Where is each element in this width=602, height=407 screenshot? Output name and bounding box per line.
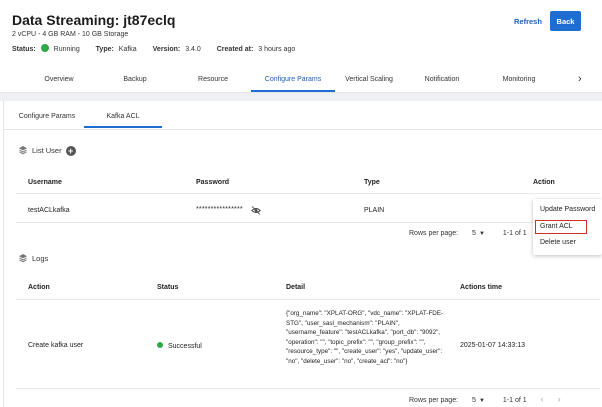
created-value: 3 hours ago	[258, 46, 296, 53]
log-status-text: Successful	[168, 343, 202, 350]
instance-meta: Status: Running Type: Kafka Version: 3.4…	[12, 44, 309, 53]
refresh-button[interactable]: Refresh	[514, 13, 542, 31]
content-divider	[0, 93, 602, 101]
rows-per-page-label: Rows per page:	[409, 397, 459, 404]
page-range: 1-1 of 1	[502, 230, 527, 237]
caret-down-icon: ▼	[478, 398, 485, 404]
users-col-action: Action	[533, 179, 555, 186]
users-pagination: Rows per page: 5 ▼ 1-1 of 1	[409, 230, 527, 237]
layers-icon	[19, 254, 27, 263]
menu-item-delete-user[interactable]: Delete user	[540, 239, 576, 246]
chevron-right-icon[interactable]: ›	[558, 394, 561, 404]
list-user-header: List User +	[18, 145, 76, 156]
version-group: Version: 3.4.0	[153, 46, 201, 53]
logs-col-detail: Detail	[286, 284, 306, 291]
logs-title: Logs	[32, 254, 49, 263]
page-range: 1-1 of 1	[502, 397, 527, 404]
tab-monitoring[interactable]: Monitoring	[495, 67, 543, 92]
status-dot-icon	[40, 44, 49, 52]
users-col-type: Type	[364, 179, 380, 186]
user-password: ****************	[196, 206, 243, 213]
logs-col-actions-time: Actions time	[460, 284, 503, 291]
status-label: Status:	[12, 46, 36, 53]
status-value: Running	[53, 46, 80, 53]
tab-vertical-scaling[interactable]: Vertical Scaling	[338, 67, 400, 92]
subtab-divider	[3, 129, 602, 130]
logs-header: Logs	[18, 253, 48, 263]
log-time: 2025-01-07 14:33:13	[460, 342, 525, 349]
main-tabs: Overview Backup Resource Configure Param…	[0, 67, 602, 92]
log-detail: {"org_name": "XPLAT-ORG", "vdc_name": "X…	[286, 310, 444, 365]
logs-col-status: Status	[157, 284, 179, 291]
tab-overview[interactable]: Overview	[38, 67, 80, 92]
user-type: PLAIN	[364, 207, 385, 214]
version-value: 3.4.0	[185, 46, 201, 53]
rows-per-page-value: 5	[472, 230, 476, 237]
users-header-divider	[16, 193, 600, 194]
menu-item-update-password[interactable]: Update Password	[540, 206, 595, 213]
add-circle-icon[interactable]: +	[65, 146, 76, 156]
status-group: Status: Running	[12, 44, 80, 53]
caret-down-icon: ▼	[478, 231, 485, 237]
users-row-divider	[16, 222, 533, 223]
logs-header-divider	[16, 299, 600, 300]
rows-per-page-select[interactable]: 5 ▼	[472, 230, 485, 237]
log-status: Successful	[157, 342, 202, 350]
type-value: Kafka	[118, 46, 137, 53]
layers-icon	[19, 146, 27, 155]
tab-backup[interactable]: Backup	[114, 67, 156, 92]
logs-pagination: Rows per page: 5 ▼ 1-1 of 1 ‹ ›	[409, 394, 561, 404]
rows-per-page-label: Rows per page:	[409, 230, 459, 237]
logs-col-action: Action	[28, 284, 50, 291]
tab-configure-params[interactable]: Configure Params	[251, 67, 335, 92]
created-group: Created at: 3 hours ago	[217, 46, 296, 53]
subtab-configure-params[interactable]: Configure Params	[14, 106, 80, 128]
subtab-kafka-acl[interactable]: Kafka ACL	[84, 106, 162, 128]
type-label: Type:	[95, 46, 114, 53]
chevron-right-icon[interactable]: ›	[578, 67, 582, 92]
page-header: Data Streaming: jt87eclq 2 vCPU - 4 GB R…	[0, 0, 602, 93]
rows-per-page-value: 5	[472, 397, 476, 404]
eye-off-icon[interactable]	[251, 206, 261, 215]
page-title: Data Streaming: jt87eclq	[12, 12, 176, 28]
logs-row-divider	[16, 388, 600, 389]
users-col-password: Password	[196, 179, 230, 186]
grant-acl-highlight	[535, 220, 587, 234]
created-label: Created at:	[216, 46, 254, 53]
version-label: Version:	[152, 46, 181, 53]
users-col-username: Username	[28, 179, 62, 186]
user-username: testACLkafka	[28, 207, 70, 214]
success-dot-icon	[157, 342, 163, 348]
back-button[interactable]: Back	[550, 11, 581, 31]
type-group: Type: Kafka	[96, 46, 137, 53]
tab-notification[interactable]: Notification	[416, 67, 468, 92]
log-action: Create kafka user	[28, 342, 84, 349]
instance-specs: 2 vCPU - 4 GB RAM - 10 GB Storage	[12, 31, 129, 38]
rows-per-page-select[interactable]: 5 ▼	[472, 397, 485, 404]
list-user-title: List User	[32, 146, 62, 155]
tab-resource[interactable]: Resource	[190, 67, 236, 92]
chevron-left-icon[interactable]: ‹	[541, 394, 544, 404]
